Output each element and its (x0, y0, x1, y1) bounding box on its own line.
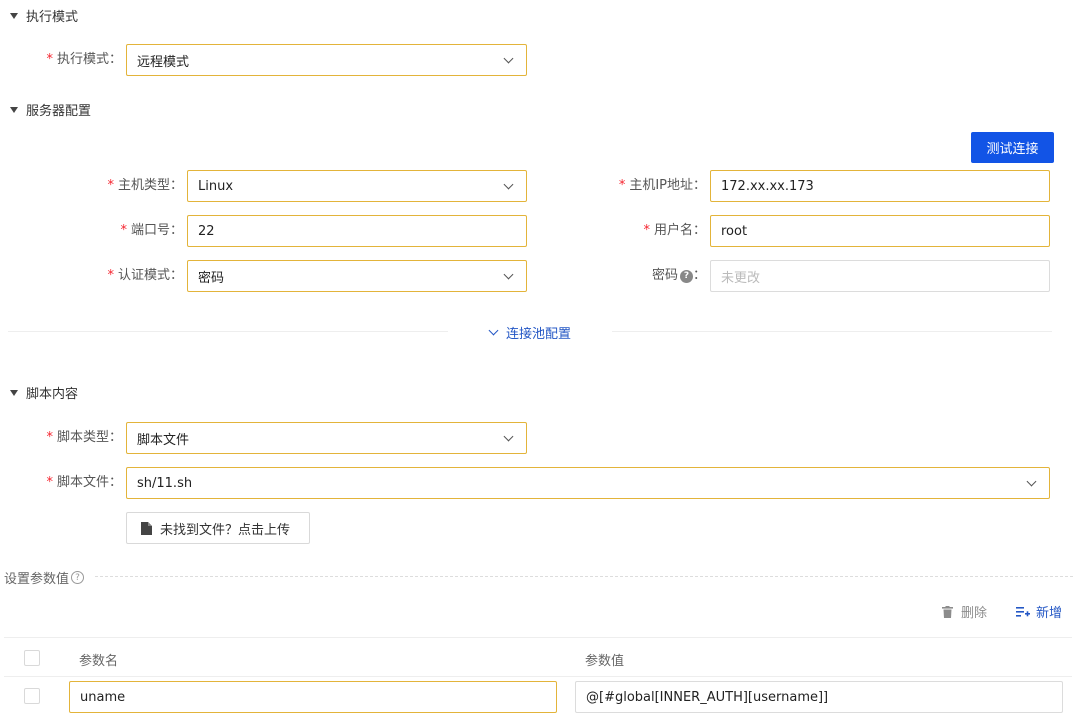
chevron-down-icon (503, 179, 514, 189)
section-script-content[interactable]: 脚本内容 (10, 383, 78, 402)
column-header-name: 参数名 (79, 654, 119, 669)
host-type-label: * 主机类型： (107, 178, 183, 193)
caret-down-icon (10, 106, 18, 113)
chevron-down-icon (503, 269, 514, 279)
script-file-select[interactable]: sh/11.sh (126, 467, 1050, 499)
params-title: 设置参数值 ? (4, 568, 85, 587)
caret-down-icon (10, 12, 18, 19)
chevron-down-icon (1026, 476, 1037, 486)
table-header-bottom-line (4, 676, 1072, 677)
connection-pool-toggle[interactable]: 连接池配置 (488, 323, 571, 342)
port-label: * 端口号： (120, 223, 183, 238)
file-icon (141, 521, 152, 535)
section-server-config[interactable]: 服务器配置 (10, 100, 91, 119)
divider-right (612, 331, 1052, 332)
auth-mode-label: * 认证模式： (107, 268, 183, 283)
param-value-input[interactable]: @[#global[INNER_AUTH][username]] (575, 681, 1063, 713)
section-exec-mode[interactable]: 执行模式 (10, 6, 78, 25)
script-file-label: * 脚本文件： (46, 475, 122, 490)
trash-icon (942, 605, 953, 618)
chevron-down-icon (488, 325, 499, 336)
select-all-checkbox[interactable] (24, 650, 40, 666)
host-type-select[interactable]: Linux (187, 170, 527, 202)
exec-mode-select[interactable]: 远程模式 (126, 44, 527, 76)
host-ip-input[interactable]: 172.xx.xx.173 (710, 170, 1050, 202)
params-divider (95, 576, 1073, 577)
chevron-down-icon (503, 53, 514, 63)
list-add-icon (1016, 606, 1030, 617)
script-type-label: * 脚本类型： (46, 430, 122, 445)
row-checkbox[interactable] (24, 688, 40, 704)
password-label: 密码 ? ： (651, 268, 706, 283)
delete-button[interactable]: 删除 (942, 602, 987, 621)
caret-down-icon (10, 389, 18, 396)
param-name-input[interactable]: uname (69, 681, 557, 713)
chevron-down-icon (503, 431, 514, 441)
port-input[interactable]: 22 (187, 215, 527, 247)
password-input[interactable]: 未更改 (710, 260, 1050, 292)
section-title: 服务器配置 (26, 104, 92, 119)
exec-mode-label: * 执行模式： (46, 52, 122, 67)
host-ip-label: * 主机IP地址： (618, 178, 706, 193)
table-header-top-line (4, 637, 1072, 638)
username-label: * 用户名： (643, 223, 706, 238)
help-icon[interactable]: ? (71, 571, 85, 584)
test-connection-button[interactable]: 测试连接 (971, 132, 1054, 163)
section-title: 脚本内容 (26, 387, 79, 402)
username-input[interactable]: root (710, 215, 1050, 247)
add-button[interactable]: 新增 (1016, 602, 1062, 621)
section-title: 执行模式 (26, 10, 79, 25)
upload-file-button[interactable]: 未找到文件？点击上传 (126, 512, 310, 544)
script-type-select[interactable]: 脚本文件 (126, 422, 527, 454)
divider-left (8, 331, 448, 332)
help-icon[interactable]: ? (679, 269, 693, 283)
auth-mode-select[interactable]: 密码 (187, 260, 527, 292)
column-header-value: 参数值 (585, 654, 625, 669)
